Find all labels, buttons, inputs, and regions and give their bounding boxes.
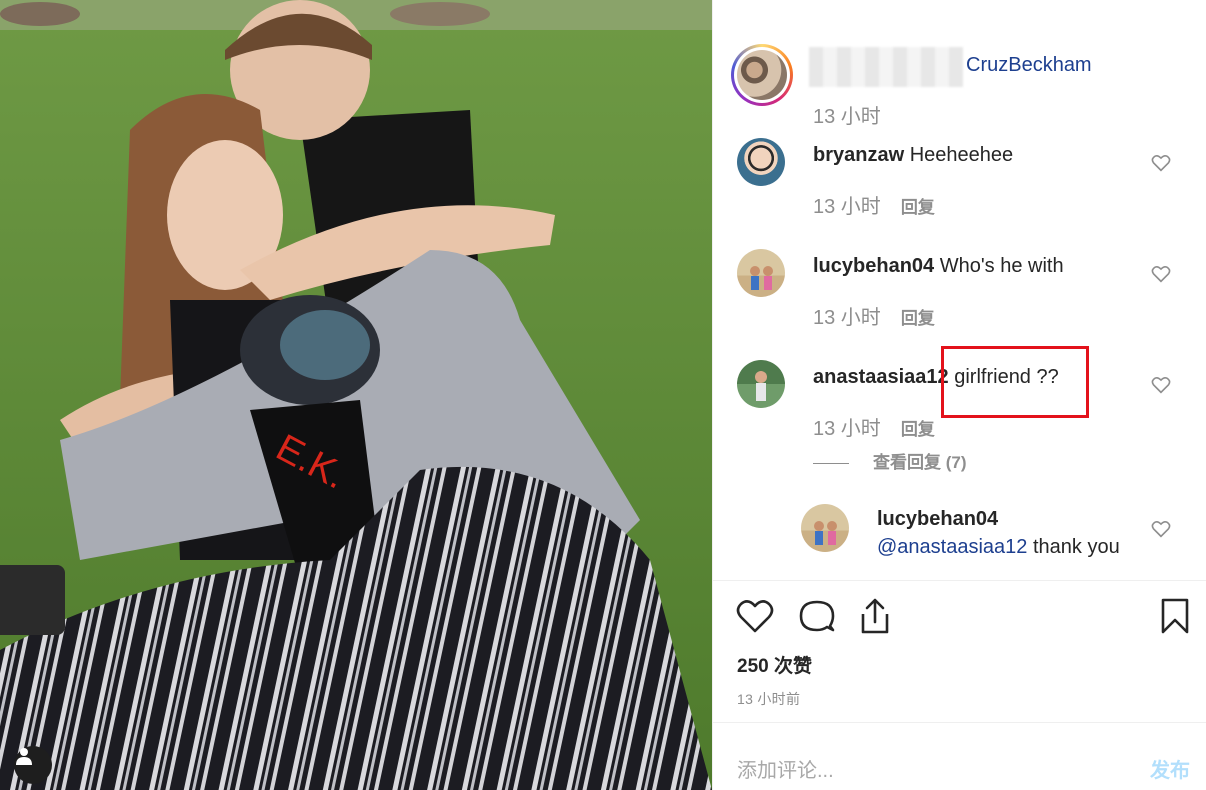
user-tag-icon <box>16 748 32 765</box>
reply-body: @anastaasiaa12 thank you <box>877 536 1120 559</box>
avatar-ring-inner <box>734 47 790 103</box>
comment-meta: 13 小时 回复 <box>813 412 935 441</box>
comment-username[interactable]: lucybehan04 <box>877 508 998 530</box>
mention-link[interactable]: @anastaasiaa12 <box>877 536 1027 558</box>
comment-text: thank you <box>1032 536 1120 558</box>
add-comment-input[interactable]: 添加评论... <box>737 754 834 783</box>
commenter-avatar[interactable] <box>737 249 785 297</box>
comment-username[interactable]: anastaasiaa12 <box>813 366 949 388</box>
comment-like-icon[interactable] <box>1151 376 1171 394</box>
comment-time: 13 小时 <box>813 307 881 329</box>
reply-button[interactable]: 回复 <box>901 420 935 439</box>
post-details-panel: CruzBeckham 13 小时 bryanzaw Heeheehee 13 … <box>712 0 1206 790</box>
post-photo[interactable]: E.K. <box>0 0 712 790</box>
user-tag-button[interactable] <box>14 746 52 784</box>
caption-time: 13 小时 <box>813 106 881 128</box>
commenter-avatar[interactable] <box>801 504 849 552</box>
share-icon[interactable] <box>855 596 895 636</box>
like-count[interactable]: 250 次赞 <box>737 651 812 678</box>
commenter-avatar[interactable] <box>737 138 785 186</box>
blurred-caption <box>809 47 963 87</box>
reply-button[interactable]: 回复 <box>901 198 935 217</box>
comment-text: Who's he with <box>939 255 1064 277</box>
comment-username[interactable]: lucybehan04 <box>813 255 934 277</box>
view-replies-label: 查看回复 (7) <box>873 453 967 472</box>
comment-like-icon[interactable] <box>1151 154 1171 172</box>
commenter-avatar[interactable] <box>737 360 785 408</box>
post-photo-illustration: E.K. <box>0 0 712 790</box>
comment-time: 13 小时 <box>813 418 881 440</box>
bookmark-icon[interactable] <box>1155 596 1195 636</box>
comment-username[interactable]: bryanzaw <box>813 144 904 166</box>
reply-button[interactable]: 回复 <box>901 309 935 328</box>
post-comment-button[interactable]: 发布 <box>1150 754 1190 783</box>
comment-like-icon[interactable] <box>1151 520 1171 538</box>
reply-username-line: lucybehan04 <box>877 508 998 531</box>
replies-divider-line <box>813 463 849 465</box>
author-avatar[interactable] <box>731 44 793 106</box>
divider <box>713 722 1206 723</box>
avatar-image <box>755 371 767 401</box>
view-replies-button[interactable]: 查看回复 (7) <box>813 448 967 473</box>
heart-icon[interactable] <box>735 596 775 636</box>
comment-meta: 13 小时 回复 <box>813 301 935 330</box>
comment-meta: 13 小时 回复 <box>813 190 935 219</box>
post-timestamp: 13 小时前 <box>737 691 801 707</box>
avatar-image <box>737 50 787 100</box>
comment-body: lucybehan04 Who's he with <box>813 255 1064 278</box>
action-bar <box>735 596 1195 642</box>
comment-icon[interactable] <box>797 596 837 636</box>
author-link[interactable]: CruzBeckham <box>966 54 1092 77</box>
divider <box>713 580 1206 581</box>
avatar-image <box>750 266 773 290</box>
avatar-image <box>814 521 837 545</box>
comment-body: bryanzaw Heeheehee <box>813 144 1013 167</box>
comment-text: Heeheehee <box>909 144 1014 166</box>
comment-like-icon[interactable] <box>1151 265 1171 283</box>
comment-time: 13 小时 <box>813 196 881 218</box>
highlight-annotation-box <box>941 346 1089 418</box>
